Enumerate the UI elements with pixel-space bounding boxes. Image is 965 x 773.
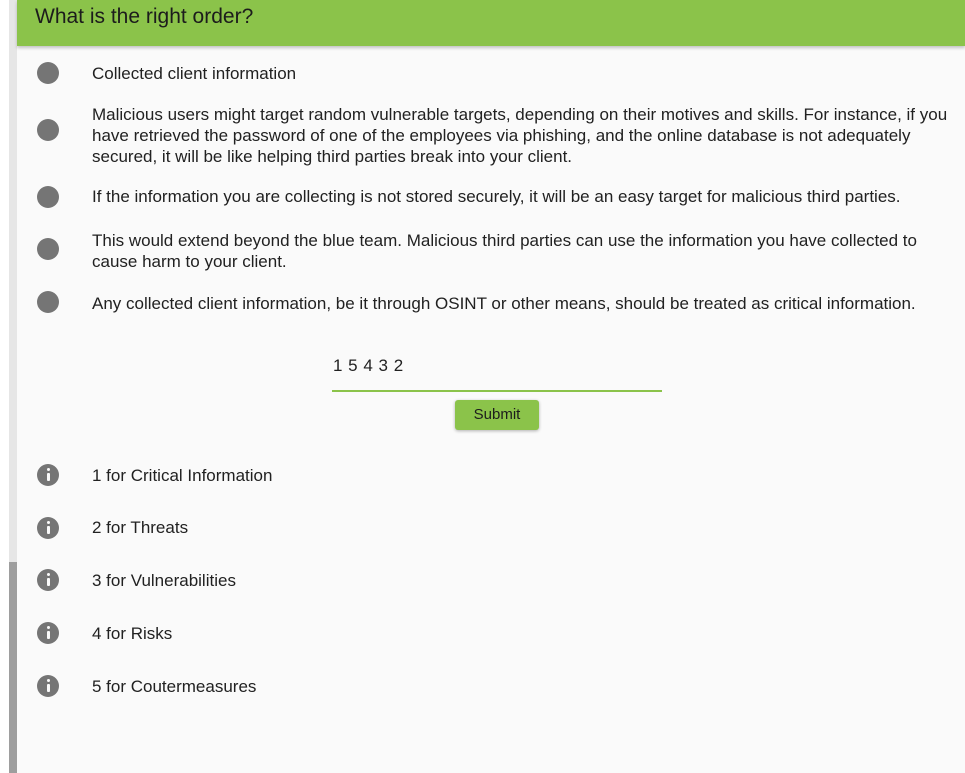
radio-dot-icon[interactable]: [37, 291, 59, 313]
radio-dot-icon[interactable]: [37, 186, 59, 208]
info-icon: [37, 675, 59, 697]
question-title: What is the right order?: [35, 5, 254, 28]
hint-text: 3 for Vulnerabilities: [92, 571, 236, 590]
hint-text: 5 for Coutermeasures: [92, 677, 257, 696]
info-icon: [37, 517, 59, 539]
hint-text: 4 for Risks: [92, 624, 173, 643]
info-icon: [37, 464, 59, 486]
info-icon: [37, 622, 59, 644]
hint-text: 1 for Critical Information: [92, 466, 273, 485]
info-icon: [37, 569, 59, 591]
hint-text: 2 for Threats: [92, 518, 189, 537]
radio-dot-icon[interactable]: [37, 238, 59, 260]
option-text: Malicious users might target random vuln…: [92, 105, 948, 166]
answer-input-value[interactable]: 1 5 4 3 2: [333, 356, 404, 376]
option-text: Collected client information: [92, 64, 297, 83]
scrollbar-thumb[interactable]: [9, 562, 17, 773]
option-text: Any collected client information, be it …: [92, 294, 916, 313]
question-header: What is the right order?: [17, 0, 965, 46]
question-card: What is the right order? Collected clien…: [17, 0, 965, 773]
radio-dot-icon[interactable]: [37, 119, 59, 141]
option-text: This would extend beyond the blue team. …: [92, 231, 917, 271]
answer-input[interactable]: 1 5 4 3 2: [332, 348, 662, 392]
option-text: If the information you are collecting is…: [92, 187, 901, 206]
submit-button[interactable]: Submit: [455, 400, 539, 430]
radio-dot-icon[interactable]: [37, 62, 59, 84]
